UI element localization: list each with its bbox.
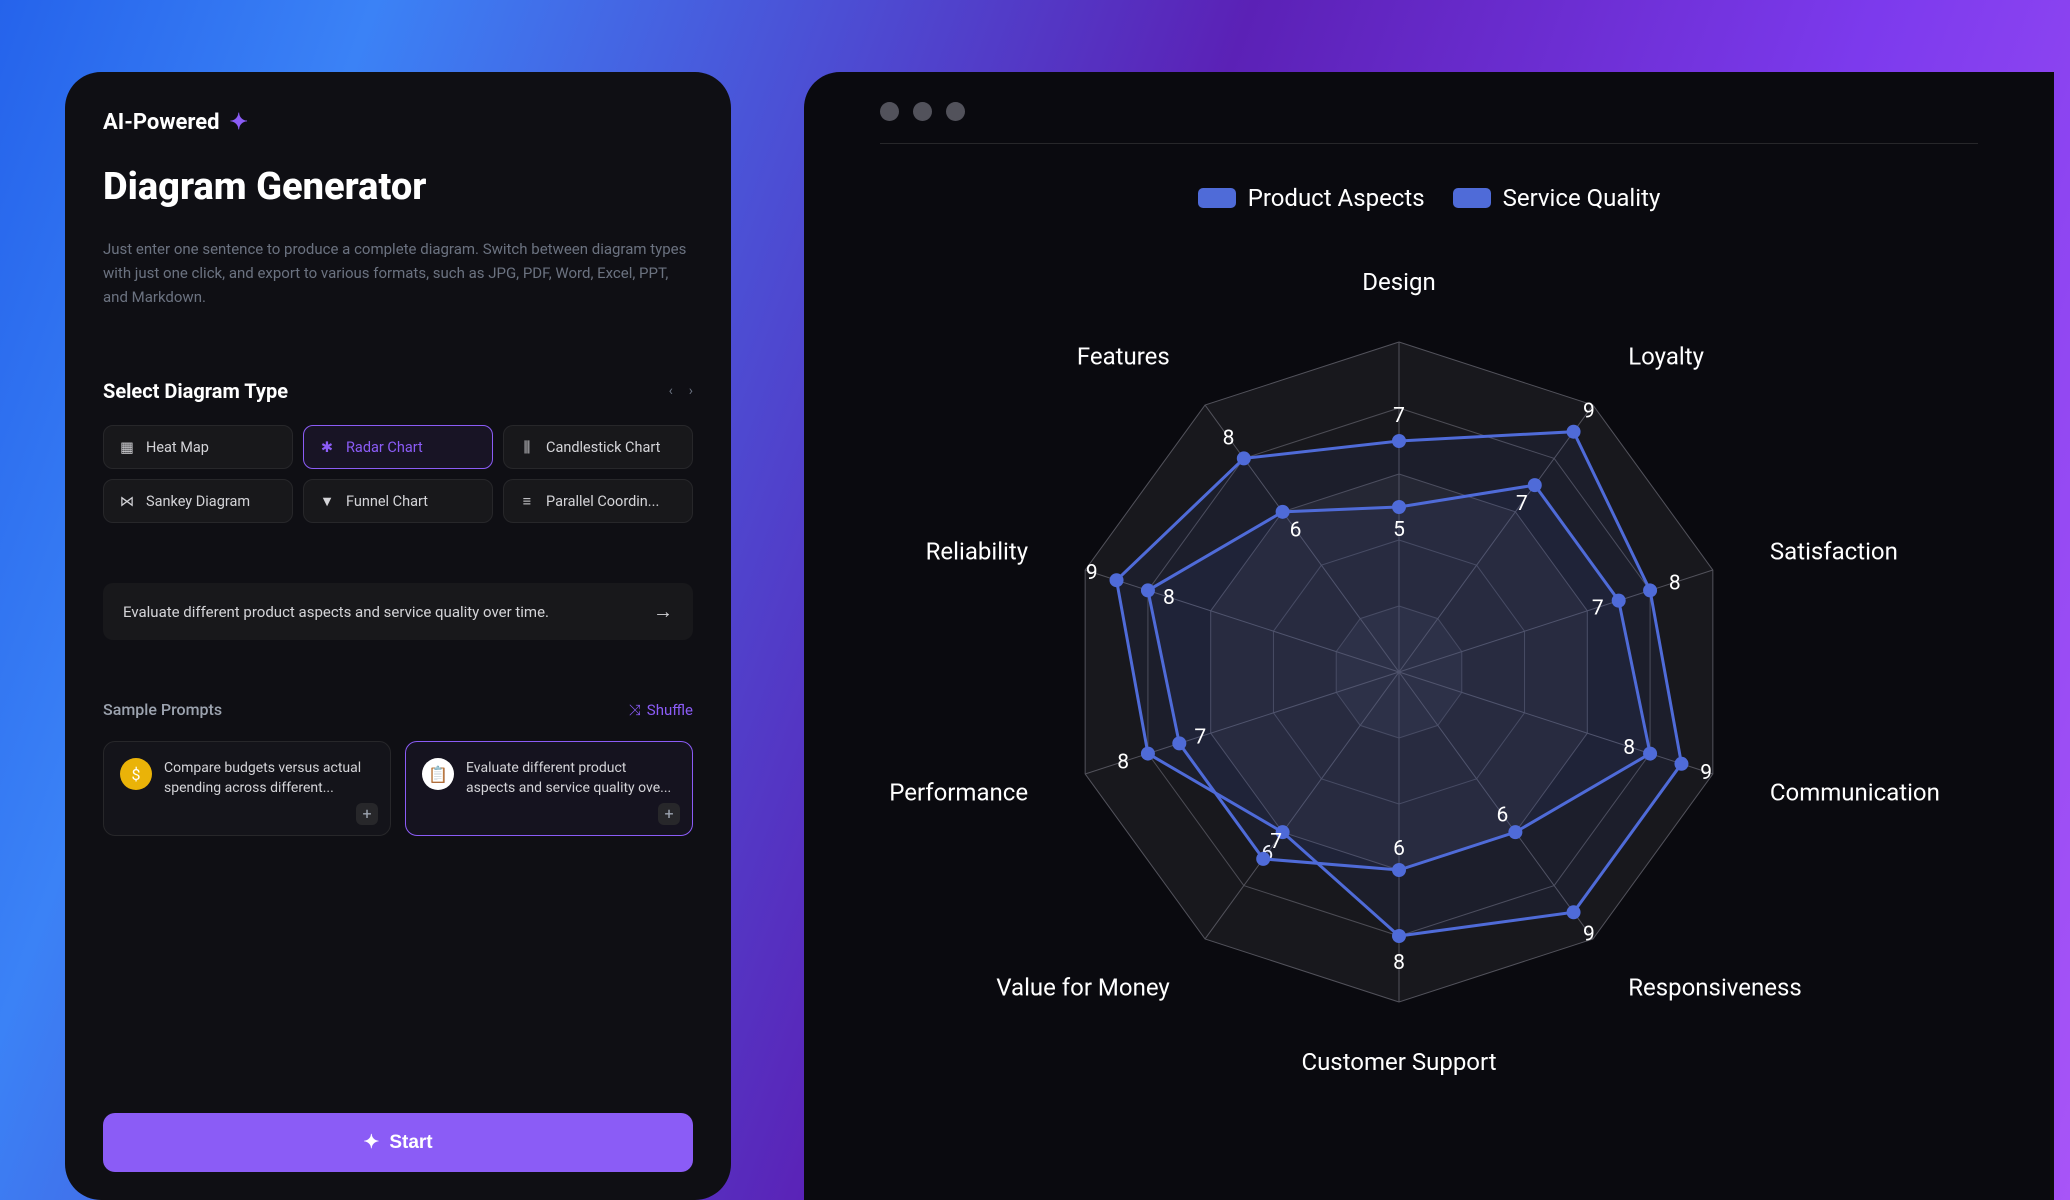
svg-text:7: 7 — [1592, 596, 1604, 620]
svg-text:Value for Money: Value for Money — [996, 974, 1170, 1002]
sample-text: Evaluate different product aspects and s… — [466, 758, 676, 799]
select-diagram-label: Select Diagram Type — [103, 379, 288, 403]
shuffle-icon: ⤨ — [629, 701, 641, 719]
pager-next[interactable]: › — [689, 383, 693, 399]
radar-chart: Product Aspects Service Quality Design Loy… — [804, 144, 2054, 1122]
window-dot — [913, 102, 932, 121]
svg-text:8: 8 — [1117, 751, 1129, 775]
svg-text:Satisfaction: Satisfaction — [1770, 537, 1898, 565]
diagram-type-pager: ‹ › — [669, 383, 693, 399]
start-button[interactable]: ✦ Start — [103, 1113, 693, 1172]
add-icon[interactable]: + — [658, 803, 680, 825]
sample-prompts-label: Sample Prompts — [103, 700, 222, 719]
svg-text:Design: Design — [1362, 268, 1435, 296]
sample-prompt-card[interactable]: 📋 Evaluate different product aspects and … — [405, 741, 693, 836]
legend-label: Service Quality — [1503, 184, 1661, 212]
start-label: Start — [389, 1132, 432, 1154]
description-text: Just enter one sentence to produce a com… — [103, 237, 693, 309]
diagram-type-candlestick-chart[interactable]: ⫼ Candlestick Chart — [503, 425, 693, 469]
sample-icon: 📋 — [422, 758, 454, 790]
diagram-type-radar-chart[interactable]: ✱ Radar Chart — [303, 425, 493, 469]
chip-label: Candlestick Chart — [546, 439, 660, 456]
sample-icon: $ — [120, 758, 152, 790]
svg-text:Features: Features — [1077, 342, 1170, 370]
svg-text:7: 7 — [1194, 726, 1206, 750]
svg-text:9: 9 — [1583, 922, 1595, 946]
chip-label: Sankey Diagram — [146, 493, 250, 510]
sample-prompt-card[interactable]: $ Compare budgets versus actual spending … — [103, 741, 391, 836]
diagram-type-grid: ▦ Heat Map ✱ Radar Chart ⫼ Candlestick Chart ⋈… — [103, 425, 693, 523]
legend-item: Product Aspects — [1198, 184, 1425, 212]
legend-item: Service Quality — [1453, 184, 1661, 212]
window-controls — [804, 72, 2054, 143]
submit-arrow-icon[interactable]: → — [653, 599, 673, 624]
window-dot — [946, 102, 965, 121]
chart-type-icon: ▼ — [318, 492, 336, 510]
chart-type-icon: ≡ — [518, 492, 536, 510]
add-icon[interactable]: + — [356, 803, 378, 825]
svg-text:9: 9 — [1086, 561, 1098, 585]
svg-text:Communication: Communication — [1770, 779, 1940, 807]
chip-label: Heat Map — [146, 439, 209, 456]
diagram-type-sankey-diagram[interactable]: ⋈ Sankey Diagram — [103, 479, 293, 523]
svg-text:9: 9 — [1700, 761, 1712, 785]
page-title: Diagram Generator — [103, 165, 693, 209]
legend-swatch — [1198, 188, 1236, 208]
svg-text:Reliability: Reliability — [926, 537, 1029, 565]
sparkle-icon: ✦ — [230, 110, 248, 135]
prompt-value: Evaluate different product aspects and s… — [123, 603, 653, 621]
sample-text: Compare budgets versus actual spending a… — [164, 758, 374, 799]
svg-text:6: 6 — [1497, 803, 1509, 827]
svg-text:Performance: Performance — [889, 779, 1028, 807]
legend-label: Product Aspects — [1248, 184, 1425, 212]
radar-svg: Design Loyalty Satisfaction Communication Re… — [879, 202, 1979, 1102]
svg-text:7: 7 — [1393, 404, 1405, 428]
svg-text:Responsiveness: Responsiveness — [1628, 974, 1802, 1002]
preview-panel: Product Aspects Service Quality Design Loy… — [804, 72, 2054, 1200]
chip-label: Radar Chart — [346, 439, 423, 456]
chart-type-icon: ▦ — [118, 438, 136, 456]
window-dot — [880, 102, 899, 121]
chip-label: Parallel Coordin... — [546, 493, 659, 510]
svg-text:7: 7 — [1270, 830, 1282, 854]
svg-text:5: 5 — [1393, 518, 1405, 542]
svg-text:8: 8 — [1223, 426, 1235, 450]
sample-prompts-grid: $ Compare budgets versus actual spending … — [103, 741, 693, 836]
svg-text:9: 9 — [1583, 400, 1595, 424]
diagram-type-heat-map[interactable]: ▦ Heat Map — [103, 425, 293, 469]
chart-type-icon: ✱ — [318, 438, 336, 456]
svg-text:6: 6 — [1393, 837, 1405, 861]
chart-type-icon: ⫼ — [518, 438, 536, 456]
chart-type-icon: ⋈ — [118, 492, 136, 510]
pager-prev[interactable]: ‹ — [669, 383, 673, 399]
ai-badge: AI-Powered ✦ — [103, 110, 693, 135]
shuffle-label: Shuffle — [647, 701, 693, 719]
sparkle-icon: ✦ — [363, 1131, 379, 1154]
svg-text:Customer Support: Customer Support — [1301, 1048, 1496, 1076]
legend-swatch — [1453, 188, 1491, 208]
diagram-type-funnel-chart[interactable]: ▼ Funnel Chart — [303, 479, 493, 523]
svg-text:8: 8 — [1393, 951, 1405, 975]
ai-badge-text: AI-Powered — [103, 110, 220, 135]
samples-header: Sample Prompts ⤨ Shuffle — [103, 700, 693, 719]
svg-text:8: 8 — [1669, 571, 1681, 595]
generator-panel: AI-Powered ✦ Diagram Generator Just ente… — [65, 72, 731, 1200]
diagram-type-header: Select Diagram Type ‹ › — [103, 379, 693, 403]
svg-text:Loyalty: Loyalty — [1628, 342, 1704, 370]
svg-text:8: 8 — [1163, 586, 1175, 610]
prompt-input[interactable]: Evaluate different product aspects and s… — [103, 583, 693, 640]
svg-text:7: 7 — [1516, 492, 1528, 516]
chip-label: Funnel Chart — [346, 493, 428, 510]
svg-text:6: 6 — [1290, 519, 1302, 543]
diagram-type-parallel-coordin-[interactable]: ≡ Parallel Coordin... — [503, 479, 693, 523]
shuffle-button[interactable]: ⤨ Shuffle — [629, 701, 693, 719]
svg-text:8: 8 — [1623, 736, 1635, 760]
